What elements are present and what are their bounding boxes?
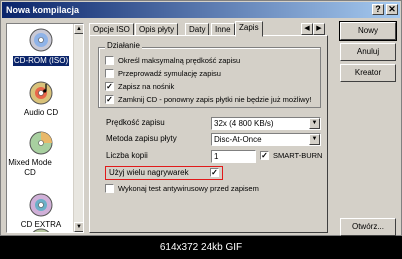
option-antivirus[interactable]: Wykonaj test antywirusowy przed zapisem (105, 184, 259, 195)
checkbox-label: SMART-BURN (273, 151, 323, 160)
option-write[interactable]: ✓ Zapisz na nośnik (105, 82, 174, 93)
checkbox-label: Wykonaj test antywirusowy przed zapisem (118, 184, 259, 193)
title-bar: Nowa kompilacja ? ✕ (2, 2, 400, 18)
option-simulation[interactable]: Przeprowadź symulację zapisu (105, 69, 221, 80)
new-button[interactable]: Nowy (339, 21, 397, 41)
multi-recorder-checkbox[interactable]: ✓ (210, 168, 223, 179)
sidebar-item-audio-cd[interactable]: Audio CD (7, 80, 75, 118)
checkbox[interactable] (105, 56, 114, 65)
checkbox-checked[interactable]: ✓ (210, 168, 219, 177)
tab-scroll-arrows: ◀ ▶ (301, 22, 325, 35)
option-max-speed[interactable]: Określ maksymalną prędkość zapisu (105, 56, 240, 67)
sidebar-scrollbar[interactable]: ▲ ▼ (73, 24, 83, 232)
window-title: Nowa kompilacja (6, 5, 80, 15)
multi-recorder-label: Użyj wielu nagrywarek (109, 168, 189, 177)
checkbox[interactable] (105, 69, 114, 78)
sidebar-item-label: CD-ROM (ISO) (12, 56, 70, 66)
checkbox-checked[interactable]: ✓ (260, 151, 269, 160)
checkbox-checked[interactable]: ✓ (105, 95, 114, 104)
sidebar-item-partial[interactable] (7, 227, 75, 232)
cd-rom-icon (29, 28, 53, 52)
copies-input[interactable]: 1 (211, 150, 256, 163)
checkbox-label: Zapisz na nośnik (118, 82, 175, 91)
help-button[interactable]: ? (372, 4, 384, 15)
sidebar-item-label: Audio CD (23, 108, 59, 117)
open-button[interactable]: Otwórz... (340, 218, 396, 236)
cancel-button[interactable]: Anuluj (340, 43, 396, 61)
cd-icon (32, 228, 50, 232)
mixed-mode-cd-icon (29, 131, 53, 155)
tab-burn[interactable]: Zapis (235, 21, 263, 37)
write-speed-value: 32x (4 800 KB/s) (214, 119, 274, 128)
cd-extra-icon (29, 193, 53, 217)
sidebar-item-mixed-mode-cd[interactable]: Mixed Mode CD (7, 130, 75, 178)
checkbox-label: Określ maksymalną prędkość zapisu (118, 56, 241, 65)
scroll-up-icon[interactable]: ▲ (74, 24, 83, 34)
audio-cd-icon (29, 81, 53, 105)
checkbox-label: Przeprowadź symulację zapisu (118, 69, 221, 78)
compilation-type-list[interactable]: CD-ROM (ISO) Audio CD Mixed Mode CD CD E… (6, 23, 84, 233)
option-smart-burn[interactable]: ✓ SMART-BURN (260, 151, 322, 162)
dialog-window: Nowa kompilacja ? ✕ CD-ROM (ISO) Audio C… (0, 0, 402, 236)
tab-right-icon[interactable]: ▶ (313, 23, 325, 35)
chevron-down-icon[interactable]: ▼ (309, 118, 320, 129)
checkbox[interactable] (105, 184, 114, 193)
write-speed-label: Prędkość zapisu (106, 118, 165, 127)
checkbox-checked[interactable]: ✓ (105, 82, 114, 91)
write-method-label: Metoda zapisu płyty (106, 134, 177, 143)
write-speed-select[interactable]: 32x (4 800 KB/s) ▼ (211, 117, 321, 130)
wizard-button[interactable]: Kreator (340, 64, 396, 82)
image-caption: 614x372 24kb GIF (0, 236, 402, 259)
tab-left-icon[interactable]: ◀ (301, 23, 313, 35)
sidebar-item-cd-rom-iso[interactable]: CD-ROM (ISO) (7, 27, 75, 66)
close-button[interactable]: ✕ (386, 4, 398, 15)
option-finalize-cd[interactable]: ✓ Zamknij CD - ponowny zapis płytki nie b… (105, 95, 311, 106)
checkbox-label: Zamknij CD - ponowny zapis płytki nie bę… (118, 95, 312, 104)
scroll-down-icon[interactable]: ▼ (74, 222, 83, 232)
group-title: Działanie (105, 41, 142, 51)
chevron-down-icon[interactable]: ▼ (309, 134, 320, 145)
copies-label: Liczba kopii (106, 151, 148, 160)
write-method-select[interactable]: Disc-At-Once ▼ (211, 133, 321, 146)
sidebar-item-cd-extra[interactable]: CD EXTRA (7, 192, 75, 230)
sidebar-item-label: Mixed Mode CD (8, 158, 52, 177)
write-method-value: Disc-At-Once (214, 135, 262, 144)
